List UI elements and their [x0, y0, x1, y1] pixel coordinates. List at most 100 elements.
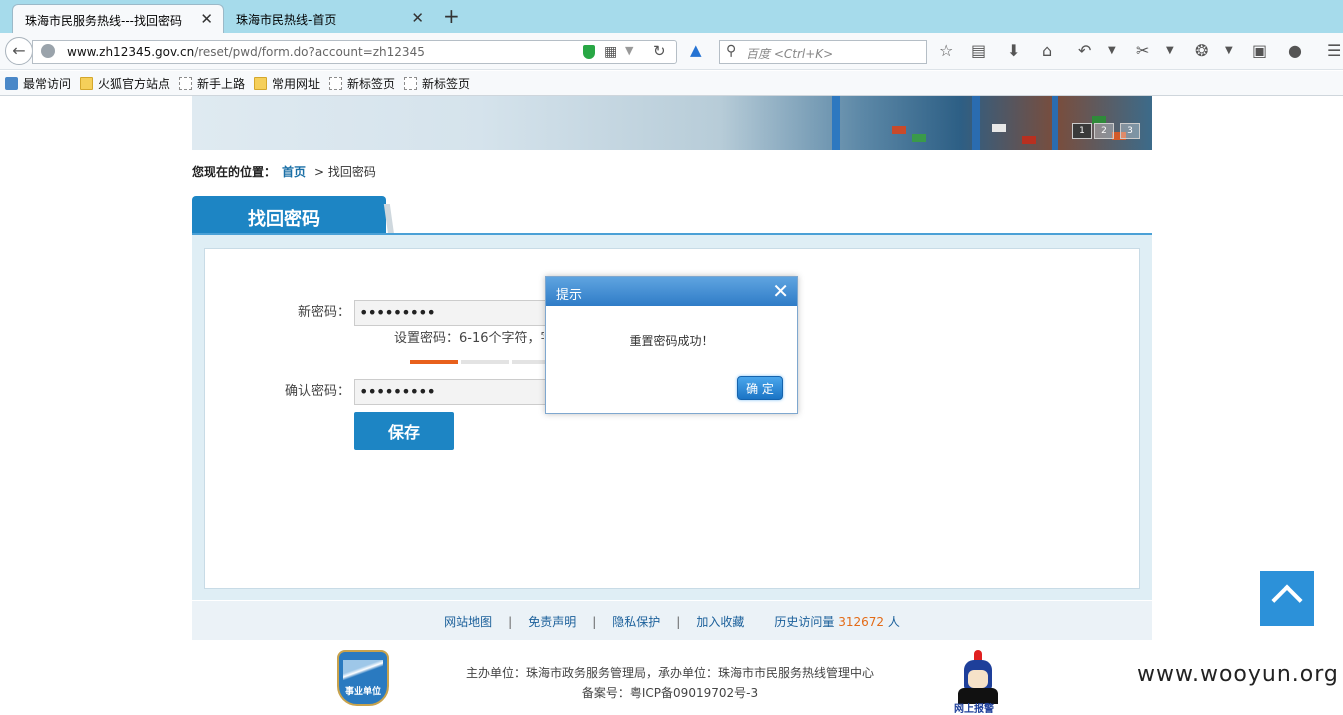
- separator: |: [592, 615, 597, 629]
- dropdown-arrow-icon[interactable]: ▼: [625, 44, 633, 57]
- bookmark-new-tab-1[interactable]: 新标签页: [329, 75, 395, 92]
- new-tab-button[interactable]: +: [443, 4, 460, 28]
- search-engine-icon[interactable]: ▲: [690, 41, 702, 59]
- tab-reset-password[interactable]: 珠海市民服务热线---找回密码 ✕: [12, 4, 224, 33]
- tab-bar: 珠海市民服务热线---找回密码 ✕ 珠海市民热线-首页 ✕ +: [0, 0, 1343, 33]
- badge-label: 事业单位: [344, 687, 381, 697]
- watermark: www.wooyun.org: [1137, 662, 1339, 687]
- new-password-label: 新密码：: [298, 305, 351, 320]
- close-tab-icon[interactable]: ✕: [411, 9, 424, 27]
- password-hint: 设置密码：6-16个字符，字: [394, 331, 544, 346]
- confirm-password-input[interactable]: •••••••••: [354, 379, 554, 405]
- banner-decoration: [1022, 136, 1036, 144]
- search-box[interactable]: ⚲ 百度 <Ctrl+K>: [719, 40, 927, 64]
- password-strength-bar: [512, 360, 546, 364]
- chevron-up-icon: [1271, 584, 1303, 616]
- breadcrumb: 您现在的位置： 首页 > 找回密码: [192, 163, 376, 180]
- visits-label: 历史访问量: [774, 615, 835, 629]
- visits-unit: 人: [887, 615, 900, 629]
- bookmark-icon: [5, 77, 18, 90]
- sponsor-text: 主办单位：珠海市政务服务管理局，承办单位：珠海市市民服务热线管理中心: [465, 666, 874, 680]
- download-icon[interactable]: ⬇: [1007, 41, 1020, 60]
- reload-icon[interactable]: ↻: [653, 42, 666, 60]
- back-button[interactable]: ←: [5, 37, 33, 65]
- breadcrumb-label: 您现在的位置：: [192, 165, 277, 179]
- tab-home[interactable]: 珠海市民热线-首页 ✕: [224, 4, 434, 33]
- folder-icon: [80, 77, 93, 90]
- globe-icon: [41, 44, 55, 58]
- police-badge-label: 网上报警: [954, 704, 994, 715]
- bookmarks-toolbar: 最常访问 火狐官方站点 新手上路 常用网址 新标签页 新标签页: [0, 71, 1343, 96]
- dialog-title: 提示 ✕: [546, 277, 797, 306]
- password-strength-bar: [410, 360, 458, 364]
- back-to-top-button[interactable]: [1260, 571, 1314, 626]
- banner-decoration: [992, 124, 1006, 132]
- save-button[interactable]: 保存: [354, 412, 454, 450]
- footer-link-sitemap[interactable]: 网站地图: [444, 615, 492, 629]
- breadcrumb-home-link[interactable]: 首页: [282, 165, 306, 179]
- dialog-message: 重置密码成功！: [629, 334, 714, 348]
- footer-links: 网站地图 | 免责声明 | 隐私保护 | 加入收藏 历史访问量 312672 人: [192, 613, 1152, 630]
- mountain-icon: [343, 660, 383, 680]
- bookmark-most-visited[interactable]: 最常访问: [5, 75, 71, 92]
- search-icon: ⚲: [726, 43, 737, 59]
- bookmark-common-sites[interactable]: 常用网址: [254, 75, 320, 92]
- close-icon[interactable]: ✕: [772, 279, 789, 303]
- close-tab-icon[interactable]: ✕: [200, 10, 213, 28]
- search-placeholder: 百度 <Ctrl+K>: [746, 47, 834, 61]
- chat-icon[interactable]: ●: [1288, 41, 1302, 60]
- banner-decoration: [912, 134, 926, 142]
- separator: |: [676, 615, 681, 629]
- shield-icon[interactable]: [583, 45, 595, 59]
- bookmark-new-tab-2[interactable]: 新标签页: [404, 75, 470, 92]
- breadcrumb-current: > 找回密码: [314, 165, 376, 179]
- dialog-title-text: 提示: [556, 288, 583, 303]
- crop-icon[interactable]: ✂: [1136, 41, 1149, 60]
- bookmark-firefox-site[interactable]: 火狐官方站点: [80, 75, 170, 92]
- public-institution-badge[interactable]: 事业单位: [337, 650, 389, 706]
- police-face: [968, 670, 988, 688]
- visits-count: 312672: [838, 615, 884, 629]
- password-strength-bar: [461, 360, 509, 364]
- banner-decoration: [1052, 96, 1058, 150]
- bookmark-getting-started[interactable]: 新手上路: [179, 75, 245, 92]
- banner-page-1[interactable]: 1: [1072, 123, 1092, 139]
- chevron-down-icon[interactable]: ▼: [1108, 45, 1116, 56]
- navigation-toolbar: ← www.zh12345.gov.cn/reset/pwd/form.do?a…: [0, 33, 1343, 70]
- menu-icon[interactable]: ☰: [1327, 41, 1341, 60]
- banner-page-3[interactable]: 3: [1120, 123, 1140, 139]
- footer-links-bar: 网站地图 | 免责声明 | 隐私保护 | 加入收藏 历史访问量 312672 人: [192, 601, 1152, 640]
- tab-title: 珠海市民热线-首页: [236, 13, 337, 27]
- page-icon: [329, 77, 342, 90]
- separator: |: [508, 615, 513, 629]
- ok-button[interactable]: 确 定: [737, 376, 783, 400]
- banner-decoration: [972, 96, 980, 150]
- extension-icon[interactable]: ❂: [1195, 41, 1208, 60]
- page-icon: [179, 77, 192, 90]
- chevron-down-icon[interactable]: ▼: [1225, 45, 1233, 56]
- icp-text: 备案号：粤ICP备09019702号-3: [581, 686, 759, 700]
- undo-icon[interactable]: ↶: [1078, 41, 1091, 60]
- footer-link-disclaimer[interactable]: 免责声明: [528, 615, 576, 629]
- page-icon: [404, 77, 417, 90]
- confirm-password-label: 确认密码：: [285, 384, 351, 399]
- url-text: www.zh12345.gov.cn/reset/pwd/form.do?acc…: [67, 45, 425, 59]
- header-banner: 1 2 3: [192, 96, 1152, 150]
- screenshot-icon[interactable]: ▣: [1252, 41, 1267, 60]
- bookmark-star-icon[interactable]: ☆: [939, 41, 953, 60]
- new-password-input[interactable]: •••••••••: [354, 300, 554, 326]
- banner-decoration: [832, 96, 840, 150]
- chevron-down-icon[interactable]: ▼: [1166, 45, 1174, 56]
- footer-link-favorite[interactable]: 加入收藏: [696, 615, 744, 629]
- police-report-badge[interactable]: 网上报警: [950, 648, 1006, 715]
- alert-dialog: 提示 ✕ 重置密码成功！ 确 定: [545, 276, 798, 414]
- home-icon[interactable]: ⌂: [1042, 41, 1052, 60]
- section-title: 找回密码: [192, 196, 386, 235]
- banner-page-2[interactable]: 2: [1094, 123, 1114, 139]
- footer-link-privacy[interactable]: 隐私保护: [612, 615, 660, 629]
- address-bar[interactable]: www.zh12345.gov.cn/reset/pwd/form.do?acc…: [32, 40, 677, 64]
- siren-icon: [974, 650, 982, 660]
- folder-icon: [254, 77, 267, 90]
- reading-list-icon[interactable]: ▤: [971, 41, 986, 60]
- qr-code-icon[interactable]: ▦: [604, 44, 617, 60]
